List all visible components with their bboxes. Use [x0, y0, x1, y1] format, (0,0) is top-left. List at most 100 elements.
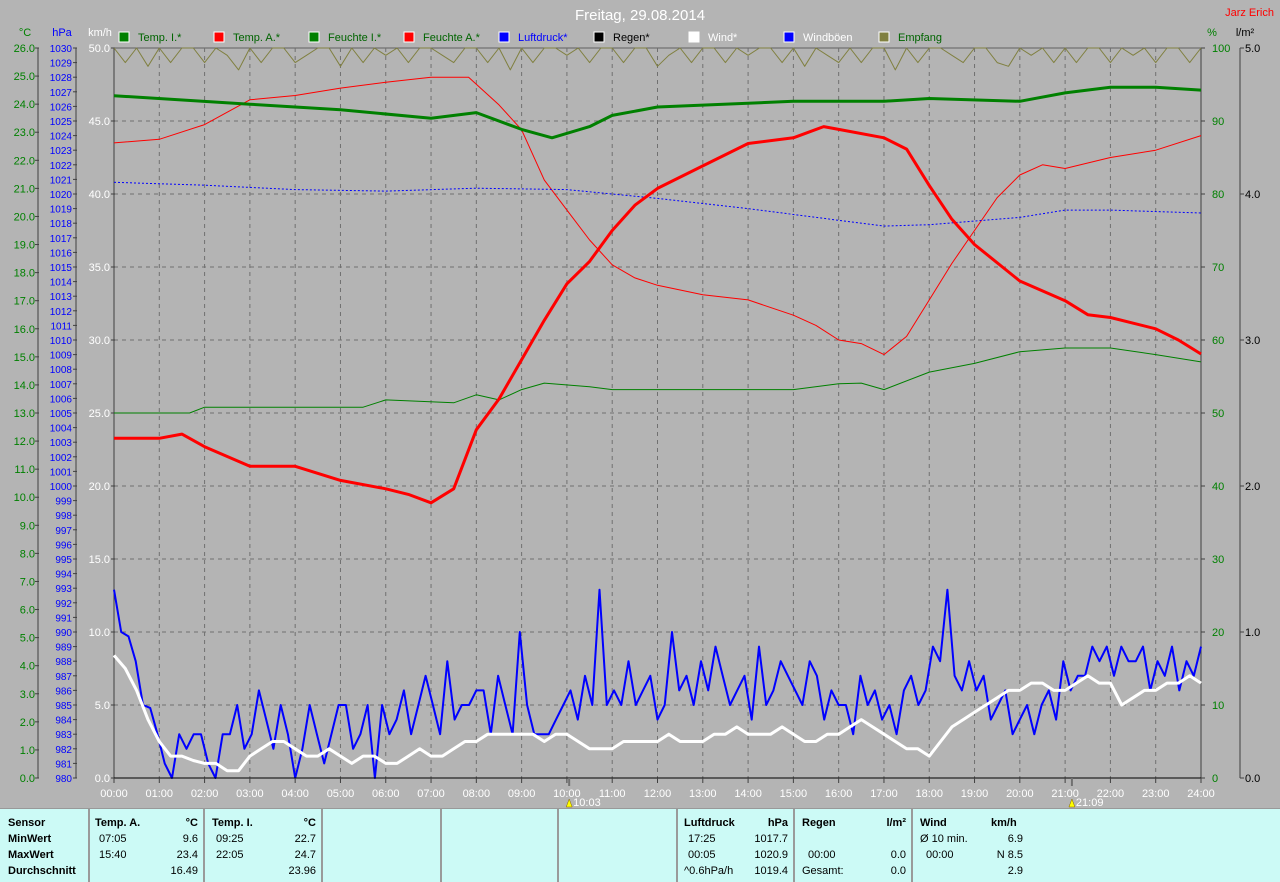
- avg-value: 2.9: [1007, 865, 1023, 877]
- max-time: 00:05: [688, 849, 716, 861]
- axis-tick-label: 4.0: [20, 661, 35, 673]
- axis-tick-label: 2.0: [20, 717, 35, 729]
- sunset-icon: [1068, 798, 1076, 808]
- x-axis-tick-label: 14:00: [734, 788, 762, 800]
- max-value: 1020.9: [754, 849, 788, 861]
- axis-tick-label: 1018: [50, 219, 73, 230]
- axis-tick-label: 100: [1212, 43, 1230, 55]
- axis-tick-label: 24.0: [14, 99, 35, 111]
- x-axis-tick-label: 07:00: [417, 788, 445, 800]
- sunset-time-label: 21:09: [1076, 797, 1104, 808]
- x-axis-tick-label: 05:00: [327, 788, 355, 800]
- axis-unit-label: %: [1207, 27, 1217, 39]
- axis-tick-label: 1.0: [1245, 627, 1260, 639]
- legend-label: Luftdruck*: [518, 32, 568, 44]
- axis-tick-label: 0.0: [20, 773, 35, 785]
- axis-tick-label: 20.0: [89, 481, 110, 493]
- max-value: 23.4: [176, 849, 198, 861]
- legend-label: Temp. A.*: [233, 32, 281, 44]
- min-time: 07:05: [99, 833, 127, 845]
- axis-tick-label: 11.0: [14, 464, 35, 476]
- axis-tick-label: 0.0: [1245, 773, 1260, 785]
- axis-tick-label: 980: [55, 774, 72, 785]
- chart-legend: Temp. I.* Temp. A.* Feuchte I.* Feuchte A.*…: [118, 31, 942, 44]
- axis-tick-label: 45.0: [89, 116, 110, 128]
- axis-tick-label: 90: [1212, 116, 1224, 128]
- axis-tick-label: 5.0: [20, 633, 35, 645]
- axis-tick-label: 9.0: [20, 520, 35, 532]
- axis-tick-label: 982: [55, 745, 72, 756]
- legend-swatch: [498, 31, 510, 43]
- axis-tick-label: 1013: [50, 292, 73, 303]
- axis-tick-label: 0.0: [95, 773, 110, 785]
- max-value: N 8.5: [996, 849, 1023, 861]
- axis-tick-label: 991: [55, 613, 72, 624]
- axis-tick-label: 992: [55, 599, 72, 610]
- axis-tick-label: 30: [1212, 554, 1224, 566]
- max-time: 15:40: [99, 849, 127, 861]
- axis-tick-label: 1016: [50, 248, 73, 259]
- axis-tick-label: 19.0: [14, 240, 35, 252]
- x-axis-tick-label: 17:00: [870, 788, 898, 800]
- max-time: 00:00: [926, 849, 954, 861]
- stats-header: Luftdruck: [684, 817, 735, 829]
- axis-unit-label: km/h: [88, 27, 112, 39]
- axis-tick-label: 1019: [50, 205, 73, 216]
- axis-tick-label: 1014: [50, 278, 73, 289]
- axis-tick-label: 1029: [50, 59, 73, 70]
- axis-tick-label: 993: [55, 584, 72, 595]
- min-value: 1017.7: [754, 833, 788, 845]
- axis-tick-label: 1009: [50, 351, 73, 362]
- axis-tick-label: 3.0: [1245, 335, 1260, 347]
- axis-tick-label: 1024: [50, 132, 73, 143]
- stats-rain-column: Regen l/m² 00:00 0.0 Gesamt: 0.0: [795, 809, 913, 882]
- axis-tick-label: 1004: [50, 424, 73, 435]
- stats-empty-column: [559, 809, 678, 882]
- stats-unit: l/m²: [886, 817, 906, 829]
- x-axis-tick-label: 06:00: [372, 788, 400, 800]
- x-axis-tick-label: 20:00: [1006, 788, 1034, 800]
- x-axis-tick-label: 24:00: [1187, 788, 1215, 800]
- axis-tick-label: 1020: [50, 190, 73, 201]
- stats-temp-i-column: Temp. I. °C 09:25 22.7 22:05 24.7 23.96: [205, 809, 323, 882]
- max-value: 0.0: [890, 849, 906, 861]
- axis-tick-label: 10.0: [14, 492, 35, 504]
- avg10-value: 6.9: [1007, 833, 1023, 845]
- min-value: 9.6: [182, 833, 198, 845]
- axis-tick-label: 35.0: [89, 262, 110, 274]
- legend-swatch: [593, 31, 605, 43]
- avg-value: 23.96: [288, 865, 316, 877]
- legend-swatch: [688, 31, 700, 43]
- axis-tick-label: 40: [1212, 481, 1224, 493]
- axis-tick-label: 1006: [50, 394, 73, 405]
- axis-tick-label: 1000: [50, 482, 73, 493]
- axis-tick-label: 4.0: [1245, 189, 1260, 201]
- axis-tick-label: 50: [1212, 408, 1224, 420]
- axis-tick-label: 989: [55, 643, 72, 654]
- stats-unit: hPa: [767, 817, 788, 829]
- axis-tick-label: 1008: [50, 365, 73, 376]
- axis-unit-label: l/m²: [1236, 27, 1255, 39]
- legend-swatch: [403, 31, 415, 43]
- axis-tick-label: 1003: [50, 438, 73, 449]
- legend-label: Feuchte I.*: [328, 32, 382, 44]
- weather-chart: Freitag, 29.08.2014 Jarz Erich Temp. I.*…: [14, 7, 1274, 808]
- stats-header: Regen: [802, 817, 836, 829]
- axis-tick-label: 986: [55, 686, 72, 697]
- axis-tick-label: 10.0: [89, 627, 110, 639]
- legend-label: Wind*: [708, 32, 738, 44]
- x-axis-tick-label: 11:00: [599, 788, 626, 800]
- x-axis-tick-label: 15:00: [780, 788, 808, 800]
- axis-tick-label: 6.0: [20, 605, 35, 617]
- axis-tick-label: 12.0: [14, 436, 35, 448]
- axis-tick-label: 20.0: [14, 211, 35, 223]
- x-axis-tick-label: 02:00: [191, 788, 219, 800]
- axis-tick-label: 997: [55, 526, 72, 537]
- axis-tick-label: 985: [55, 701, 72, 712]
- axis-tick-label: 1025: [50, 117, 73, 128]
- x-axis-tick-label: 08:00: [463, 788, 491, 800]
- stats-pressure-column: Luftdruck hPa 17:25 1017.7 00:05 1020.9 …: [678, 809, 795, 882]
- legend-swatch: [878, 31, 890, 43]
- axis-tick-label: 1023: [50, 146, 73, 157]
- axis-tick-label: 1030: [50, 44, 73, 55]
